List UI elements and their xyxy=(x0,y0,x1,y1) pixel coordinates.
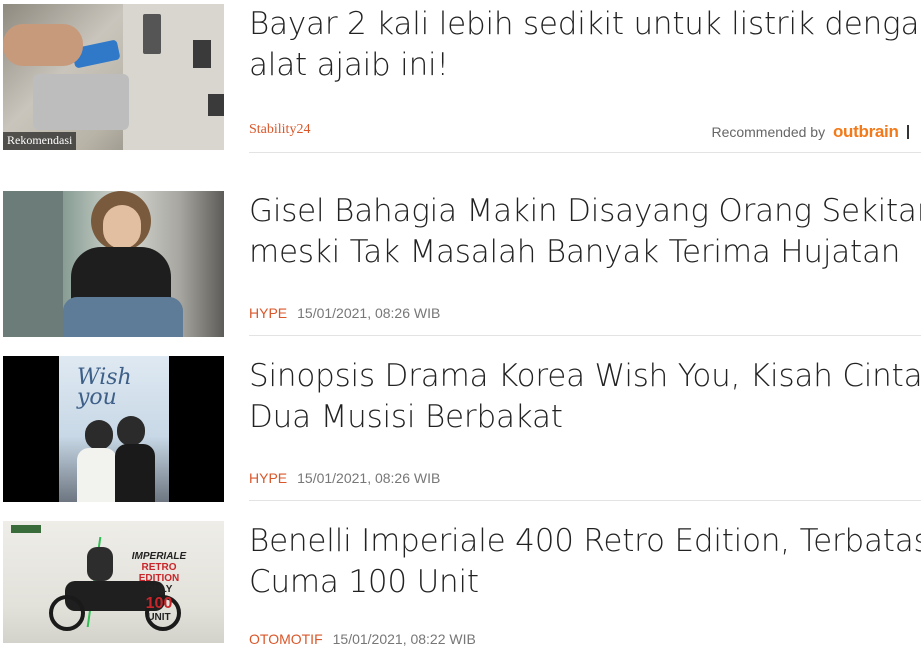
wall-socket-image xyxy=(123,4,224,150)
article-meta: OTOMOTIF 15/01/2021, 08:22 WIB xyxy=(249,631,476,647)
hand xyxy=(3,24,83,66)
article-thumbnail[interactable]: Rekomendasi xyxy=(3,4,224,150)
actor-hair xyxy=(85,420,113,450)
divider xyxy=(249,500,921,501)
poster-title: Wish you xyxy=(77,365,132,410)
recommended-by-label: Recommended by xyxy=(711,124,826,140)
outbrain-divider xyxy=(907,125,909,139)
actor-jacket xyxy=(115,444,155,502)
badge-line: 100 xyxy=(145,595,173,612)
person-face xyxy=(103,205,141,249)
article-title[interactable]: Gisel Bahagia Makin Disayang Orang Sekit… xyxy=(249,191,921,273)
plug-device xyxy=(33,74,129,130)
article-thumbnail[interactable] xyxy=(3,191,224,337)
article-thumbnail[interactable]: Wish you xyxy=(3,356,224,502)
divider xyxy=(249,152,921,153)
retro-edition-badge: IMPERIALE RETRO EDITION ONLY 100 UNIT xyxy=(131,551,187,623)
socket-switch xyxy=(143,14,161,54)
drama-poster: Wish you xyxy=(59,356,169,502)
motorcycle-wheel xyxy=(49,595,85,631)
badge-line: ONLY xyxy=(145,584,173,595)
article-category[interactable]: HYPE xyxy=(249,470,287,486)
article-title[interactable]: Benelli Imperiale 400 Retro Edition, Ter… xyxy=(249,521,921,603)
actor-shirt xyxy=(77,448,117,502)
article-title[interactable]: Bayar 2 kali lebih sedikit untuk listrik… xyxy=(249,4,921,86)
badge-line: IMPERIALE xyxy=(131,551,187,562)
article-category[interactable]: HYPE xyxy=(249,305,287,321)
recommended-by[interactable]: Recommended by Outbrain xyxy=(711,122,909,142)
outbrain-logo: Outbrain xyxy=(832,122,899,141)
window-frame xyxy=(3,191,63,337)
article-meta: HYPE 15/01/2021, 08:26 WIB xyxy=(249,470,440,486)
brand-logo xyxy=(11,525,41,533)
badge-line: RETRO EDITION xyxy=(138,562,180,584)
article-date: 15/01/2021, 08:26 WIB xyxy=(297,470,441,486)
socket-hole xyxy=(208,94,224,116)
article-source[interactable]: Stability24 xyxy=(249,122,310,138)
article-title[interactable]: Sinopsis Drama Korea Wish You, Kisah Cin… xyxy=(249,356,921,438)
jeans xyxy=(63,297,183,337)
divider xyxy=(249,335,921,336)
sponsored-article[interactable]: Rekomendasi Bayar 2 kali lebih sedikit u… xyxy=(0,0,921,160)
article-item[interactable]: Wish you Sinopsis Drama Korea Wish You, … xyxy=(0,356,921,506)
article-category[interactable]: OTOMOTIF xyxy=(249,631,323,647)
article-date: 15/01/2021, 08:22 WIB xyxy=(332,631,476,647)
article-item[interactable]: Gisel Bahagia Makin Disayang Orang Sekit… xyxy=(0,191,921,341)
socket-hole xyxy=(193,40,211,68)
badge-line: UNIT xyxy=(147,612,171,623)
article-date: 15/01/2021, 08:26 WIB xyxy=(297,305,441,321)
rekomendasi-label: Rekomendasi xyxy=(3,132,77,150)
actor-hair xyxy=(117,416,145,446)
article-item[interactable]: IMPERIALE RETRO EDITION ONLY 100 UNIT Be… xyxy=(0,521,921,651)
article-meta: HYPE 15/01/2021, 08:26 WIB xyxy=(249,305,440,321)
article-thumbnail[interactable]: IMPERIALE RETRO EDITION ONLY 100 UNIT xyxy=(3,521,224,643)
rider xyxy=(87,547,113,581)
